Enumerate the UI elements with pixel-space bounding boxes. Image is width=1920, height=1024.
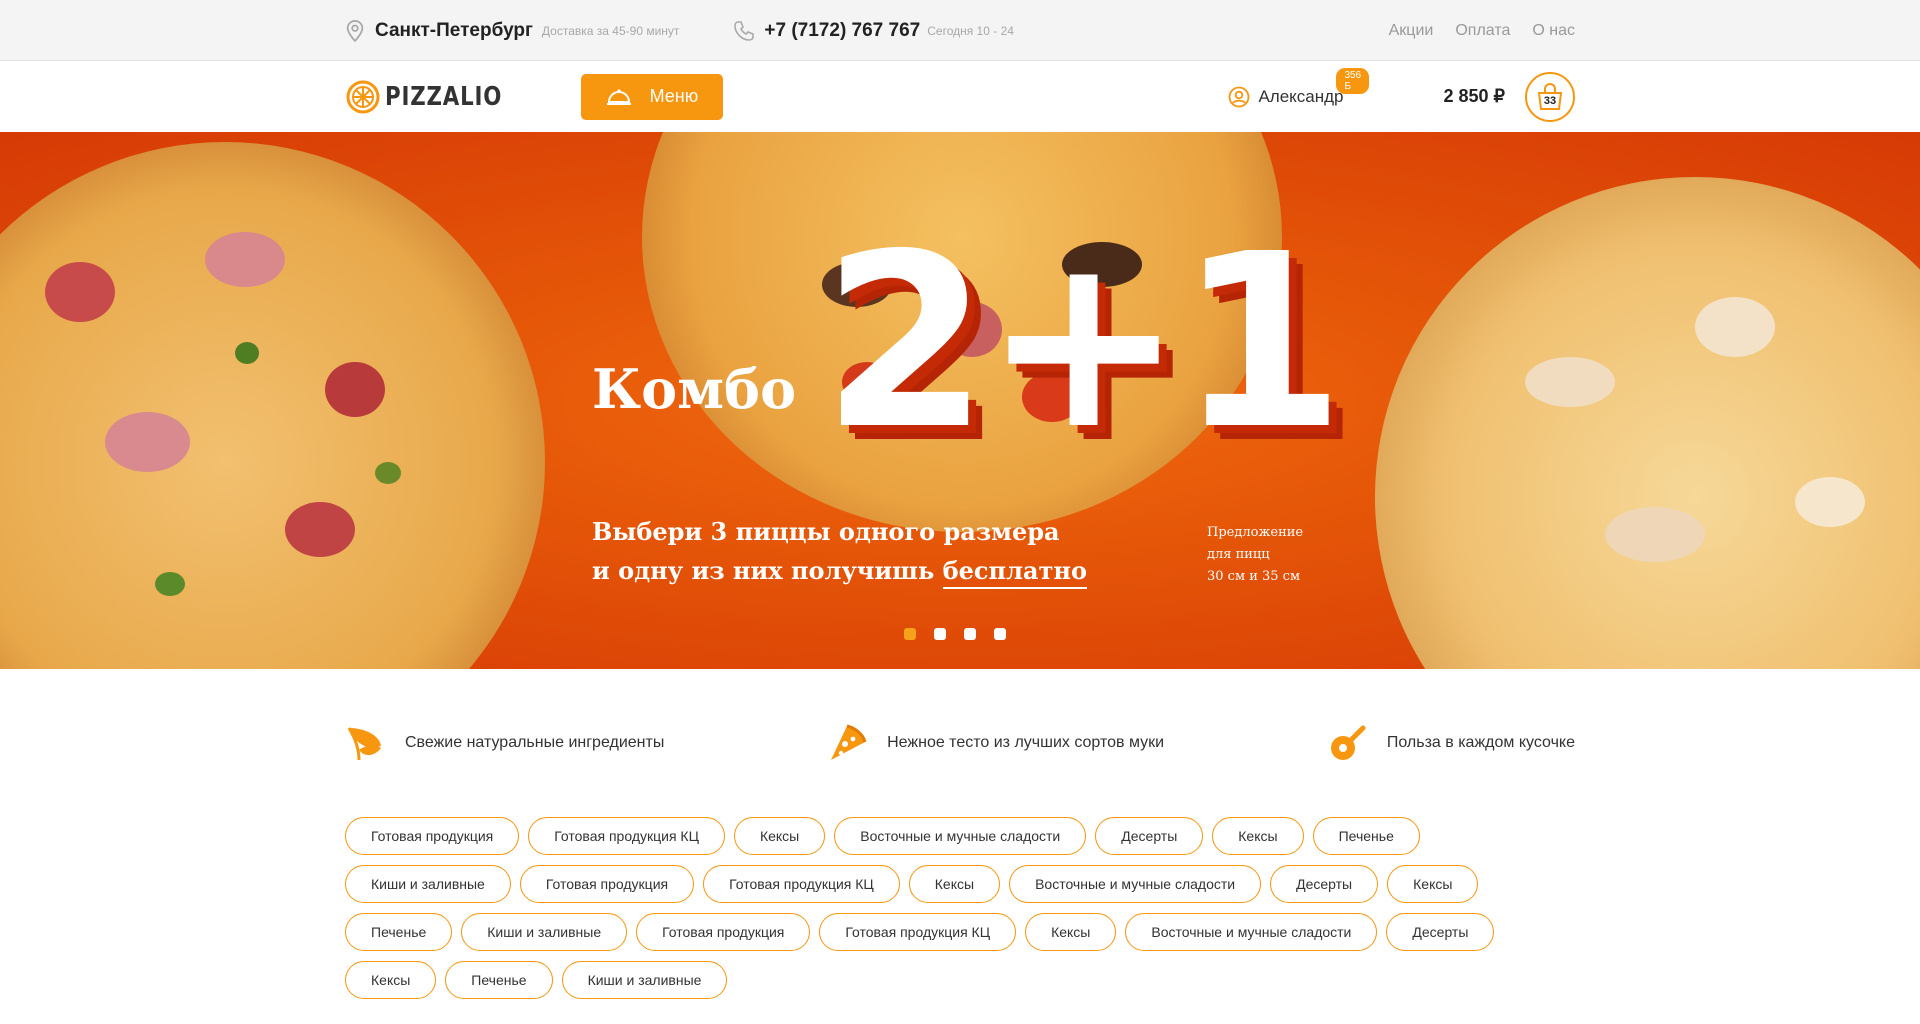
offer-note-line: Предложение	[1207, 525, 1304, 540]
promo-line-2-text: и одну из них получишь	[592, 556, 943, 585]
pizza-slice-icon	[831, 724, 867, 760]
category-tag[interactable]: Десерты	[1095, 817, 1204, 855]
category-tag[interactable]: Восточные и мучные сладости	[1009, 865, 1262, 903]
leaf-icon	[347, 727, 381, 761]
category-tag[interactable]: Кексы	[345, 961, 437, 999]
feature-item: Нежное тесто из лучших сортов муки	[827, 722, 1164, 764]
cart-total: 2 850 ₽	[1443, 86, 1506, 106]
cart-button[interactable]: 33	[1525, 71, 1575, 122]
category-tag[interactable]: Готовая продукция КЦ	[703, 865, 900, 903]
features-row: Свежие натуральные ингредиенты Нежное те…	[345, 720, 1575, 766]
top-bar: Санкт-Петербург Доставка за 45-90 минут …	[0, 0, 1920, 61]
category-tag[interactable]: Десерты	[1270, 865, 1379, 903]
promo-line-1: Выбери 3 пиццы одного размера	[592, 517, 1060, 546]
promo-line-2: и одну из них получишь бесплатно	[592, 556, 1087, 589]
offer-note-line: 30 см и 35 см	[1207, 569, 1301, 584]
slider-dot[interactable]	[964, 628, 976, 640]
cloche-icon	[606, 88, 631, 105]
phone-block: +7 (7172) 767 767 Сегодня 10 - 24	[734, 20, 1014, 42]
feature-label: Польза в каждом кусочке	[1386, 734, 1575, 751]
promo-big-number: 2+1	[822, 202, 1345, 482]
cart-count: 33	[1543, 94, 1557, 107]
location-pin-icon	[346, 19, 364, 42]
category-tag[interactable]: Киши и заливные	[345, 865, 511, 903]
user-icon	[1229, 86, 1250, 107]
category-tag[interactable]: Кексы	[733, 817, 826, 855]
top-links: Акции Оплата О нас	[1389, 22, 1575, 40]
slider-dot[interactable]	[934, 628, 946, 640]
feature-item: Свежие натуральные ингредиенты	[345, 722, 664, 764]
category-tag[interactable]: Готовая продукция	[345, 817, 520, 855]
category-tag[interactable]: Восточные и мучные сладости	[834, 817, 1087, 855]
offer-note-line: для пицц	[1207, 547, 1270, 562]
category-tag[interactable]: Кексы	[908, 865, 1001, 903]
category-tag[interactable]: Восточные и мучные сладости	[1125, 913, 1378, 951]
category-tag[interactable]: Готовая продукция КЦ	[819, 913, 1017, 951]
user-name: Александр	[1258, 86, 1344, 106]
link-about[interactable]: О нас	[1532, 22, 1575, 40]
phone-number[interactable]: +7 (7172) 767 767	[764, 20, 920, 42]
pizza-logo-icon	[346, 80, 380, 113]
main-header: PIZZALIO Меню Александр 356 Б 2 850 ₽ 33	[0, 61, 1920, 132]
offer-note: Предложение для пицц 30 см и 35 см	[1207, 522, 1303, 588]
feature-label: Свежие натуральные ингредиенты	[405, 734, 665, 751]
category-tags: Готовая продукция Готовая продукция КЦ Кек…	[345, 817, 1585, 999]
category-tag[interactable]: Кексы	[1025, 913, 1117, 951]
user-account[interactable]: Александр 356 Б	[1228, 67, 1370, 108]
category-tag[interactable]: Десерты	[1386, 913, 1495, 951]
category-tag[interactable]: Печенье	[345, 913, 453, 951]
logo[interactable]: PIZZALIO	[345, 79, 528, 115]
logo-text: PIZZALIO	[385, 81, 503, 112]
slider-dots	[904, 628, 1006, 640]
feature-item: Польза в каждом кусочке	[1327, 722, 1575, 764]
promo-combo-label: Комбо	[592, 357, 797, 421]
pizza-cutter-icon	[1330, 725, 1366, 760]
category-tag[interactable]: Готовая продукция	[636, 913, 811, 951]
feature-label: Нежное тесто из лучших сортов муки	[887, 734, 1165, 751]
category-tag[interactable]: Кексы	[1212, 817, 1304, 855]
pizza-image-left	[0, 142, 545, 669]
menu-button-label: Меню	[649, 86, 699, 106]
category-tag[interactable]: Кексы	[1387, 865, 1479, 903]
city-selector[interactable]: Санкт-Петербург	[375, 20, 533, 42]
working-hours: Сегодня 10 - 24	[927, 23, 1014, 38]
link-payment[interactable]: Оплата	[1455, 22, 1510, 40]
link-promotions[interactable]: Акции	[1389, 22, 1434, 40]
category-tag[interactable]: Киши и заливные	[461, 913, 628, 951]
phone-icon	[734, 20, 755, 41]
category-tag[interactable]: Печенье	[445, 961, 553, 999]
slider-dot[interactable]	[994, 628, 1006, 640]
pizza-image-right	[1375, 177, 1920, 669]
hero-banner[interactable]: Комбо 2+1 Выбери 3 пиццы одного размера …	[0, 132, 1920, 669]
bonus-badge: 356 Б	[1336, 67, 1370, 94]
delivery-time: Доставка за 45-90 минут	[541, 23, 680, 38]
category-tag[interactable]: Готовая продукция КЦ	[528, 817, 725, 855]
category-tag[interactable]: Печенье	[1312, 817, 1420, 855]
menu-button[interactable]: Меню	[580, 73, 723, 120]
promo-free-link[interactable]: бесплатно	[942, 556, 1087, 589]
category-tag[interactable]: Готовая продукция	[519, 865, 695, 903]
slider-dot[interactable]	[904, 628, 916, 640]
category-tag[interactable]: Киши и заливные	[561, 961, 728, 999]
